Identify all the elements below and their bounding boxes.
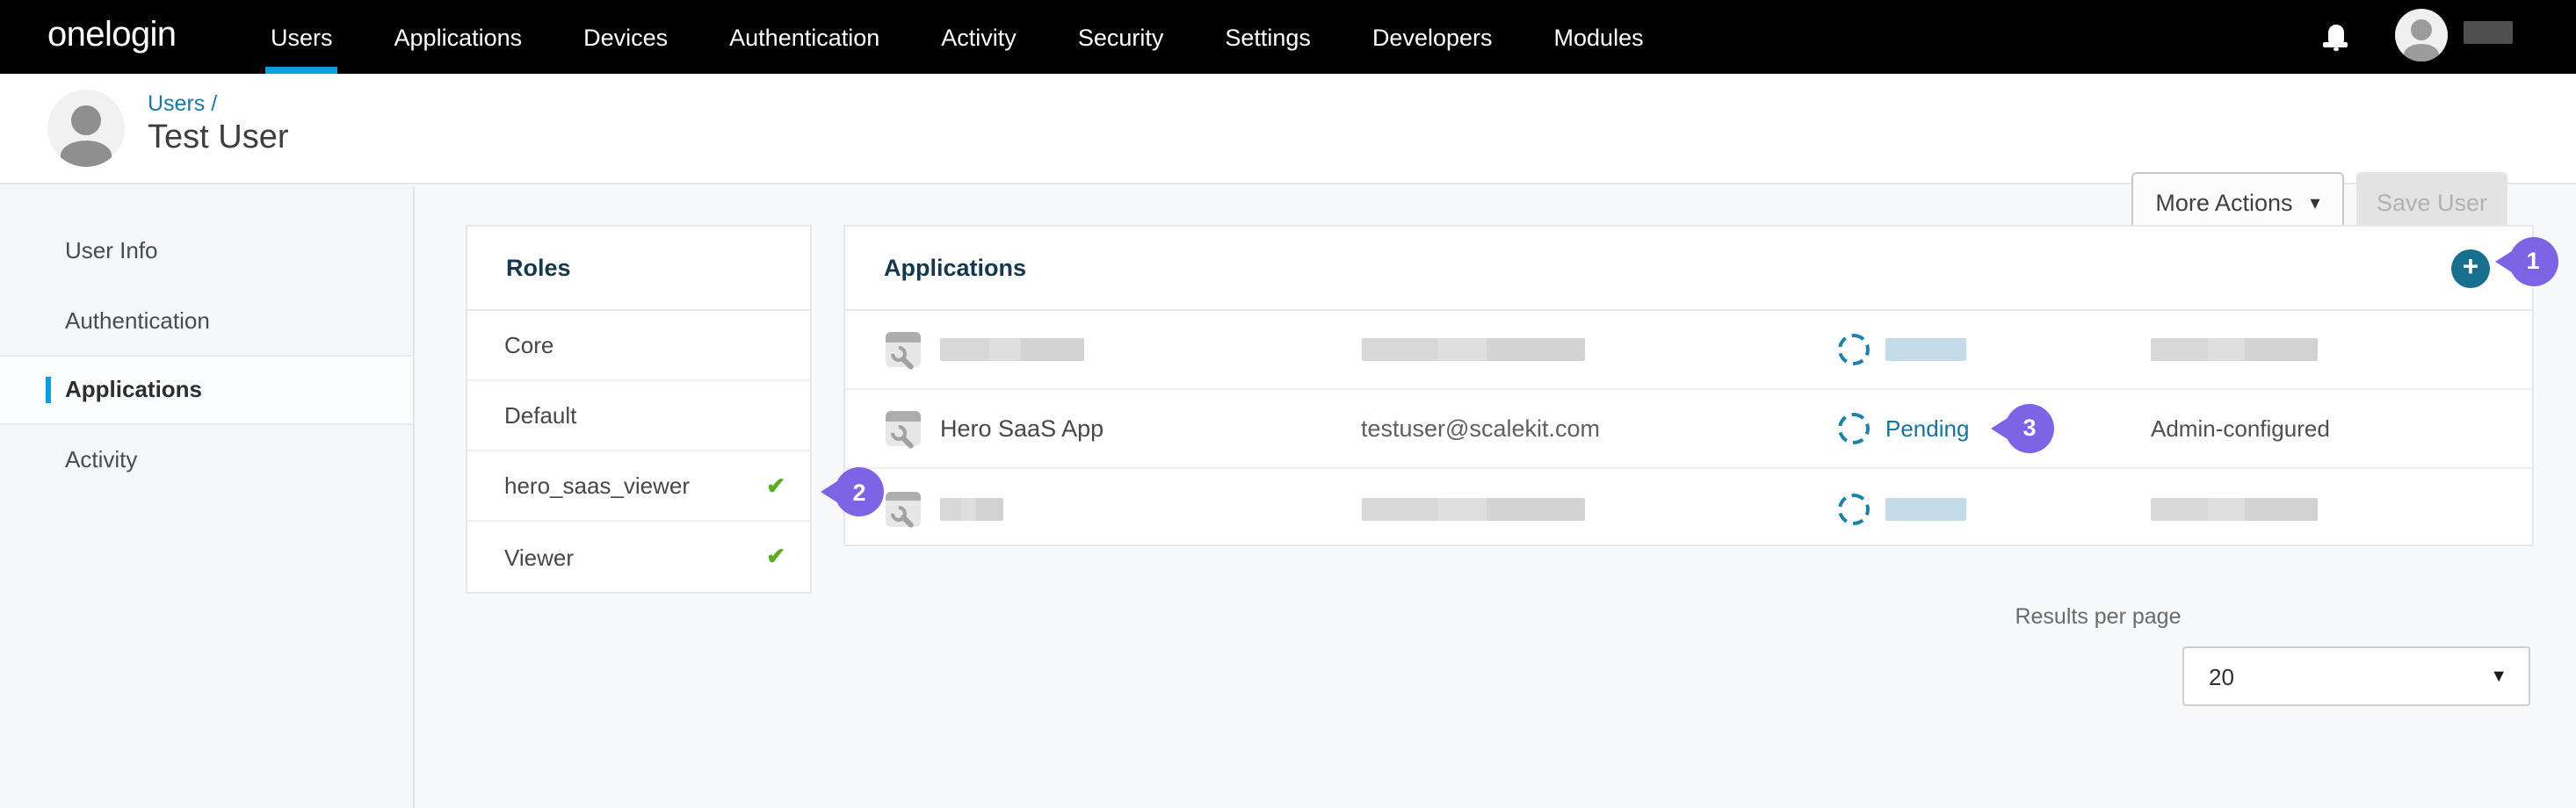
role-name: Default — [504, 402, 576, 429]
redacted-account-box — [2464, 20, 2513, 43]
roles-panel: Roles Core Default hero_saas_viewer ✔ Vi… — [466, 225, 812, 594]
nav-item-modules[interactable]: Modules — [1554, 0, 1644, 74]
more-actions-button[interactable]: More Actions ▾ — [2131, 172, 2344, 232]
role-row-core[interactable]: Core — [467, 311, 810, 381]
roles-panel-header: Roles — [467, 227, 810, 311]
provisioning-state: Admin-configured — [2151, 415, 2330, 442]
role-row-default[interactable]: Default — [467, 381, 810, 451]
app-icon — [885, 491, 920, 526]
user-avatar — [47, 90, 125, 167]
nav-item-devices[interactable]: Devices — [583, 0, 668, 74]
redacted-app-name-bar — [940, 497, 1003, 520]
page-title: Test User — [148, 119, 289, 158]
table-row[interactable] — [845, 311, 2532, 390]
breadcrumb[interactable]: Users / — [148, 91, 217, 116]
wrench-icon — [890, 503, 915, 524]
status-badge: Pending — [1885, 415, 1969, 442]
pending-spinner-icon — [1838, 334, 1870, 365]
results-per-page-label: Results per page — [2010, 604, 2186, 629]
redacted-email-bar — [1361, 497, 1584, 520]
nav-item-developers[interactable]: Developers — [1372, 0, 1493, 74]
wrench-icon — [890, 344, 915, 365]
active-indicator-bar — [46, 377, 50, 403]
notifications-bell-icon[interactable] — [2323, 25, 2348, 51]
more-actions-label: More Actions — [2155, 189, 2292, 215]
table-row[interactable] — [845, 469, 2532, 548]
check-icon: ✔ — [766, 472, 785, 500]
account-avatar[interactable] — [2395, 9, 2448, 61]
redacted-policy-bar — [2151, 497, 2318, 520]
app-icon — [885, 332, 920, 367]
add-application-button[interactable]: + — [2451, 249, 2490, 288]
applications-panel-header: Applications + — [845, 227, 2532, 311]
app-name: Hero SaaS App — [940, 415, 1103, 442]
annotation-callout-3: 3 — [2005, 403, 2054, 452]
nav-item-activity[interactable]: Activity — [941, 0, 1017, 74]
annotation-callout-1: 1 — [2508, 236, 2558, 285]
check-icon: ✔ — [766, 543, 785, 571]
applications-title: Applications — [845, 255, 1026, 281]
role-name: Viewer — [504, 544, 574, 570]
page-header: Users / Test User More Actions ▾ Save Us… — [0, 74, 2576, 184]
save-user-button[interactable]: Save User — [2356, 172, 2507, 232]
app-login-email: testuser@scalekit.com — [1361, 415, 1600, 442]
role-row-viewer[interactable]: Viewer ✔ — [467, 522, 810, 592]
sidebar: User Info Authentication Applications Ac… — [0, 186, 415, 808]
sidebar-item-activity[interactable]: Activity — [0, 424, 413, 494]
role-name: hero_saas_viewer — [504, 473, 690, 499]
redacted-policy-bar — [2151, 338, 2318, 361]
redacted-email-bar — [1361, 338, 1584, 361]
role-name: Core — [504, 332, 554, 358]
selected-page-size: 20 — [2184, 663, 2234, 689]
role-row-hero-saas-viewer[interactable]: hero_saas_viewer ✔ — [467, 451, 810, 522]
save-user-label: Save User — [2377, 189, 2487, 215]
pending-spinner-icon — [1838, 413, 1870, 444]
annotation-callout-2: 2 — [835, 467, 884, 516]
redacted-status-bar — [1885, 497, 1966, 520]
nav-item-security[interactable]: Security — [1078, 0, 1164, 74]
onelogin-logo[interactable]: onelogin — [47, 16, 176, 56]
applications-panel: Applications + Hero SaaS App testuser@sc… — [843, 225, 2534, 546]
redacted-app-name-bar — [940, 338, 1084, 361]
sidebar-item-authentication[interactable]: Authentication — [0, 285, 413, 355]
chevron-down-icon: ▾ — [2311, 191, 2320, 213]
pending-spinner-icon — [1838, 493, 1870, 524]
results-per-page-select[interactable]: 20 ▼ — [2182, 646, 2530, 706]
chevron-down-icon: ▼ — [2490, 667, 2507, 686]
nav-item-users[interactable]: Users — [271, 0, 333, 74]
nav-item-settings[interactable]: Settings — [1225, 0, 1311, 74]
table-row-hero-saas-app[interactable]: Hero SaaS App testuser@scalekit.com Pend… — [845, 390, 2532, 469]
top-nav: onelogin Users Applications Devices Auth… — [0, 0, 2576, 74]
app-icon — [885, 411, 920, 446]
wrench-icon — [890, 423, 915, 444]
page: onelogin Users Applications Devices Auth… — [0, 0, 2576, 808]
nav-item-applications[interactable]: Applications — [394, 0, 523, 74]
redacted-status-bar — [1885, 338, 1966, 361]
nav-links: Users Applications Devices Authenticatio… — [271, 0, 1644, 74]
roles-title: Roles — [467, 255, 571, 281]
nav-item-authentication[interactable]: Authentication — [729, 0, 879, 74]
sidebar-item-label: Applications — [65, 377, 202, 403]
sidebar-item-applications[interactable]: Applications — [0, 355, 413, 424]
sidebar-item-user-info[interactable]: User Info — [0, 216, 413, 285]
